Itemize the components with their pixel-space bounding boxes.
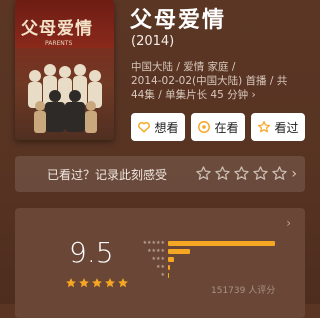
star-outline-icon [258, 120, 271, 133]
poster-image[interactable]: 父母爱情 PARENTS [15, 0, 114, 140]
watching-button[interactable]: 在看 [191, 113, 245, 141]
movie-meta[interactable]: 中国大陆 / 爱情 家庭 / 2014-02-02(中国大陆) 首播 / 共 4… [131, 60, 311, 102]
watched-label: 看过 [274, 120, 299, 135]
watching-label: 在看 [214, 120, 239, 135]
rate-stars [195, 165, 288, 182]
empty-star-icon[interactable] [271, 165, 288, 182]
watched-button[interactable]: 看过 [251, 113, 305, 141]
want-to-watch-button[interactable]: 想看 [131, 113, 185, 141]
meta-line: 2014-02-02(中国大陆) 首播 / 共 [131, 75, 288, 87]
movie-title: 父母爱情 [130, 8, 227, 33]
rating-score: 9.5 [69, 236, 114, 269]
rating-count: 151739 人评分 [211, 286, 276, 296]
empty-star-icon[interactable] [214, 165, 231, 182]
rating-distribution: ★★★★★ ★★★★ ★★★ ★★ ★ [127, 239, 292, 279]
meta-line: 44集 / 单集片长 45 分钟 › [131, 89, 256, 101]
distribution-row-1: ★ [127, 271, 292, 279]
meta-line: 中国大陆 / 爱情 家庭 / [131, 61, 236, 73]
rating-stars [65, 277, 129, 289]
distribution-row-5: ★★★★★ [127, 239, 292, 247]
filled-star-icon [92, 278, 102, 288]
watching-icon [198, 121, 211, 133]
chevron-right-icon[interactable]: › [291, 166, 297, 182]
movie-year: (2014) [131, 34, 175, 49]
poster-subtitle-text: PARENTS [45, 40, 73, 47]
empty-star-icon[interactable] [252, 165, 269, 182]
rating-card[interactable]: › 9.5 ★★★★★ ★★★★ ★★★ ★★ ★ 151739 人评分 [15, 208, 305, 318]
poster-title-text: 父母爱情 [21, 19, 93, 39]
distribution-bar [168, 256, 175, 262]
filled-star-icon [66, 278, 76, 288]
poster-people-illustration [15, 48, 114, 140]
distribution-row-2: ★★ [127, 263, 292, 271]
empty-star-icon[interactable] [233, 165, 250, 182]
want-to-watch-label: 想看 [154, 120, 179, 135]
distribution-bar [168, 248, 191, 254]
heart-icon [138, 122, 151, 133]
distribution-row-4: ★★★★ [127, 247, 292, 255]
rate-prompt-bar[interactable]: 已看过？记录此刻感受 › [15, 156, 305, 192]
rate-prompt-text: 已看过？记录此刻感受 [47, 168, 168, 182]
action-buttons: 想看 在看 看过 [131, 113, 305, 141]
distribution-bar [168, 264, 171, 270]
chevron-right-icon[interactable]: › [286, 216, 291, 230]
empty-star-icon[interactable] [195, 165, 212, 182]
distribution-row-3: ★★★ [127, 255, 292, 263]
filled-star-icon [105, 278, 115, 288]
distribution-bar [168, 272, 170, 278]
distribution-bar [168, 240, 275, 246]
filled-star-icon [79, 278, 89, 288]
